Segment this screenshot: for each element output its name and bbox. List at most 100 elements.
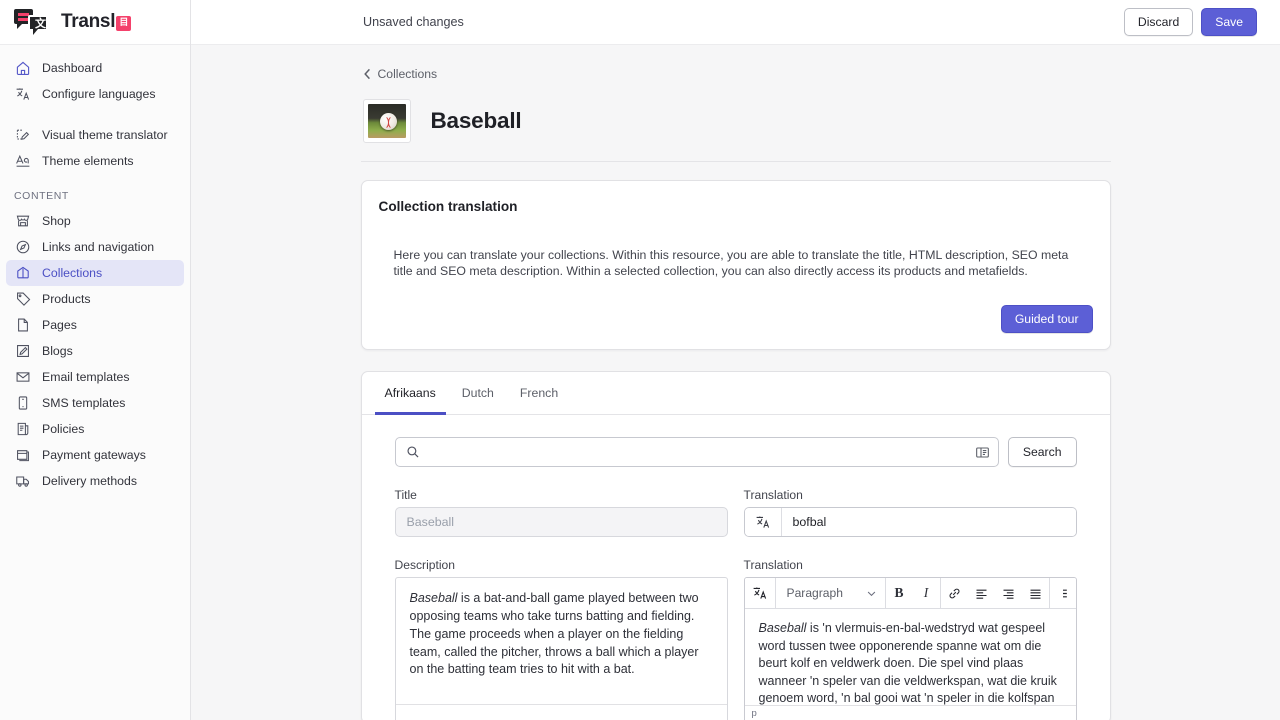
sidebar-item-configure-languages[interactable]: Configure languages [6,81,184,107]
editor-paragraph: Baseball is 'n vlermuis-en-bal-wedstryd … [759,620,1062,705]
sidebar-item-label: Shop [42,214,71,228]
sidebar-item-label: Pages [42,318,77,332]
search-icon [406,446,418,458]
logo-wordmark: Transl 目 [61,11,132,33]
search-button[interactable]: Search [1007,437,1077,468]
align-right-icon[interactable] [995,578,1022,608]
card-description: Here you can translate your collections.… [393,248,1069,279]
sidebar-item-label: Dashboard [42,61,103,75]
block-format-value: Paragraph [786,586,843,601]
text-style-group: B I [886,578,941,609]
sidebar-nav: Dashboard Configure languages Visual the… [0,45,190,494]
translate-icon[interactable] [744,508,782,537]
sidebar-item-policies[interactable]: Policies [6,416,184,442]
align-justify-icon[interactable] [1022,578,1049,608]
italic-button[interactable]: I [913,578,940,608]
sidebar-item-delivery-methods[interactable]: Delivery methods [6,468,184,494]
theme-edit-icon [14,127,31,144]
sidebar-item-label: Products [42,292,91,306]
align-left-icon[interactable] [968,578,995,608]
description-translation-label: Translation [743,558,803,573]
grid-more-icon[interactable] [1050,578,1076,608]
logo-badge-glyph: 目 [119,17,129,28]
guided-tour-button[interactable]: Guided tour [1000,305,1093,334]
card-title: Collection translation [378,199,518,214]
sidebar-item-visual-theme-translator[interactable]: Visual theme translator [6,122,184,148]
logo-speech-bubbles-icon: 文 [14,9,52,35]
page-title: Baseball [430,108,522,133]
editor-content[interactable]: Baseball is 'n vlermuis-en-bal-wedstryd … [745,609,1076,705]
typography-icon [14,153,31,170]
app-logo[interactable]: 文 Transl 目 [0,0,190,45]
sidebar-item-shop[interactable]: Shop [6,208,184,234]
envelope-icon [14,369,31,386]
sidebar-item-label: Payment gateways [42,448,146,462]
language-tabs: Afrikaans Dutch French [361,372,1110,416]
insert-align-group [941,578,1050,609]
chevron-left-icon [363,68,370,80]
sidebar-item-collections[interactable]: Collections [6,260,184,286]
chevron-down-icon [867,591,875,597]
sidebar-item-email-templates[interactable]: Email templates [6,364,184,390]
card-actions: Guided tour [379,305,1093,334]
title-translation-input-wrap[interactable] [743,507,1077,538]
rich-text-editor: Paragraph B I Baseball is 'n vlermuis-en… [743,577,1077,720]
sidebar-item-theme-elements[interactable]: Theme elements [6,148,184,174]
bold-button[interactable]: B [886,578,913,608]
sidebar-item-label: Delivery methods [42,474,137,488]
breadcrumb[interactable]: Collections [363,67,437,81]
sidebar-item-label: Email templates [42,370,130,384]
page-scroll-area[interactable]: Collections Baseball Collection translat… [191,45,1280,720]
page-header: Baseball [360,85,1111,162]
sidebar-item-sms-templates[interactable]: SMS templates [6,390,184,416]
filter-panel-icon[interactable] [975,445,990,460]
sidebar-section-content-label: CONTENT [14,190,69,202]
unsaved-changes-label: Unsaved changes [363,15,464,29]
tab-dutch[interactable]: Dutch [452,372,504,415]
search-input[interactable] [428,445,966,460]
sidebar: 文 Transl 目 Dashboard Configure languages… [0,0,191,720]
sidebar-item-label: Theme elements [42,154,134,168]
topbar-actions: Discard Save [1123,8,1257,36]
sidebar-item-links-and-navigation[interactable]: Links and navigation [6,234,184,260]
sidebar-item-label: Configure languages [42,87,156,101]
sidebar-item-dashboard[interactable]: Dashboard [6,55,184,81]
sidebar-item-products[interactable]: Products [6,286,184,312]
app-root: 文 Transl 目 Dashboard Configure languages… [0,0,1280,720]
collection-thumbnail [362,99,411,143]
title-label: Title [394,488,417,503]
discard-button[interactable]: Discard [1123,8,1194,36]
sidebar-item-label: Blogs [42,344,73,358]
sidebar-item-blogs[interactable]: Blogs [6,338,184,364]
title-row: Title Baseball Translation [394,488,1077,538]
tab-french[interactable]: French [510,372,568,415]
sidebar-item-payment-gateways[interactable]: Payment gateways [6,442,184,468]
description-row: Description Baseball is a bat-and-ball g… [394,558,1077,720]
save-button[interactable]: Save [1201,8,1257,36]
baseball-icon [379,113,397,130]
block-format-select[interactable]: Paragraph [776,578,886,609]
title-translation-label: Translation [743,488,803,503]
card-icon [14,447,31,464]
pencil-square-icon [14,343,31,360]
phone-icon [14,395,31,412]
title-translation-input[interactable] [781,508,1076,537]
search-box[interactable] [394,437,999,468]
description-footer [395,704,727,720]
link-icon[interactable] [941,578,968,608]
collection-icon [14,265,31,282]
translation-form: Search Title Baseball Translation bofbal… [362,415,1110,720]
title-col: Title Baseball [394,488,728,538]
truck-icon [14,473,31,490]
description-col: Description Baseball is a bat-and-ball g… [394,558,728,720]
translate-icon[interactable] [745,578,776,609]
store-icon [14,213,31,230]
scroll-icon [14,421,31,438]
page-icon [14,317,31,334]
sidebar-item-label: Collections [42,266,103,280]
translation-panel: Afrikaans Dutch French Search Title Base… [360,371,1111,720]
description-emphasis: Baseball [409,591,458,606]
editor-toolbar: Paragraph B I [744,578,1076,610]
sidebar-item-pages[interactable]: Pages [6,312,184,338]
tab-afrikaans[interactable]: Afrikaans [374,372,446,416]
